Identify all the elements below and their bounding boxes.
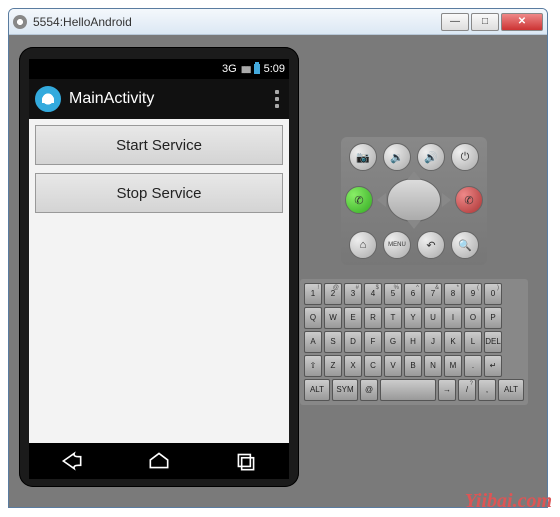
volume-up-button[interactable]: 🔊 <box>417 143 445 171</box>
window-titlebar[interactable]: 5554:HelloAndroid — □ ✕ <box>9 9 547 35</box>
key-/[interactable]: /? <box>458 379 476 401</box>
key-A[interactable]: A <box>304 331 322 353</box>
key-6[interactable]: 6^ <box>404 283 422 305</box>
activity-content: Start Service Stop Service <box>29 119 289 443</box>
action-bar: MainActivity <box>29 79 289 119</box>
key-↵[interactable]: ↵ <box>484 355 502 377</box>
emulator-body: 3G ▮▮▮ 5:09 MainActivity Start Service S… <box>9 35 547 507</box>
clock: 5:09 <box>264 63 285 75</box>
key-E[interactable]: E <box>344 307 362 329</box>
hw-back-button[interactable]: ↶ <box>417 231 445 259</box>
android-navbar <box>29 443 289 479</box>
battery-icon <box>254 64 260 74</box>
key-S[interactable]: S <box>324 331 342 353</box>
call-button[interactable]: ✆ <box>345 186 373 214</box>
key-Z[interactable]: Z <box>324 355 342 377</box>
key-D[interactable]: D <box>344 331 362 353</box>
app-logo-icon <box>35 86 61 112</box>
device-frame: 3G ▮▮▮ 5:09 MainActivity Start Service S… <box>19 47 299 487</box>
minimize-button[interactable]: — <box>441 13 469 31</box>
window-title: 5554:HelloAndroid <box>33 15 132 29</box>
key-V[interactable]: V <box>384 355 402 377</box>
key-,[interactable]: , <box>478 379 496 401</box>
key-W[interactable]: W <box>324 307 342 329</box>
key-P[interactable]: P <box>484 307 502 329</box>
hw-home-button[interactable]: ⌂ <box>349 231 377 259</box>
network-label: 3G <box>222 63 237 75</box>
dpad-up[interactable] <box>407 171 421 180</box>
signal-icon: ▮▮▮ <box>241 64 250 75</box>
emulator-side-panel: 📷 🔉 🔊 ⏻ ✆ ✆ ⌂ <box>299 47 529 507</box>
recent-icon[interactable] <box>233 448 259 474</box>
android-statusbar: 3G ▮▮▮ 5:09 <box>29 59 289 79</box>
key-J[interactable]: J <box>424 331 442 353</box>
key-F[interactable]: F <box>364 331 382 353</box>
key-X[interactable]: X <box>344 355 362 377</box>
stop-service-button[interactable]: Stop Service <box>35 173 283 213</box>
key-L[interactable]: L <box>464 331 482 353</box>
back-icon[interactable] <box>59 448 85 474</box>
maximize-button[interactable]: □ <box>471 13 499 31</box>
key-ALT[interactable]: ALT <box>304 379 330 401</box>
key-.[interactable]: . <box>464 355 482 377</box>
key-7[interactable]: 7& <box>424 283 442 305</box>
device-screen: 3G ▮▮▮ 5:09 MainActivity Start Service S… <box>29 59 289 479</box>
hardware-controls: 📷 🔉 🔊 ⏻ ✆ ✆ ⌂ <box>341 137 487 265</box>
close-button[interactable]: ✕ <box>501 13 543 31</box>
key-SYM[interactable]: SYM <box>332 379 358 401</box>
key-1[interactable]: 1! <box>304 283 322 305</box>
key-U[interactable]: U <box>424 307 442 329</box>
dpad-down[interactable] <box>407 220 421 229</box>
key-4[interactable]: 4$ <box>364 283 382 305</box>
key-2[interactable]: 2@ <box>324 283 342 305</box>
key-ALT[interactable]: ALT <box>498 379 524 401</box>
dpad <box>379 175 449 225</box>
hardware-keyboard: 1!2@3#4$5%6^7&8*9(0) QWERTYUIOP ASDFGHJK… <box>300 279 528 405</box>
app-icon <box>13 15 27 29</box>
dpad-right[interactable] <box>442 193 451 207</box>
start-service-button[interactable]: Start Service <box>35 125 283 165</box>
overflow-menu-icon[interactable] <box>275 90 283 108</box>
key-9[interactable]: 9( <box>464 283 482 305</box>
activity-title: MainActivity <box>69 90 154 108</box>
key-I[interactable]: I <box>444 307 462 329</box>
volume-down-button[interactable]: 🔉 <box>383 143 411 171</box>
dpad-left[interactable] <box>377 193 386 207</box>
key-DEL[interactable]: DEL <box>484 331 502 353</box>
key-B[interactable]: B <box>404 355 422 377</box>
key-Q[interactable]: Q <box>304 307 322 329</box>
emulator-window: 5554:HelloAndroid — □ ✕ 3G ▮▮▮ 5:09 Main… <box>8 8 548 508</box>
dpad-center[interactable] <box>387 178 441 222</box>
key-@[interactable]: @ <box>360 379 378 401</box>
key-Y[interactable]: Y <box>404 307 422 329</box>
hw-search-button[interactable]: 🔍 <box>451 231 479 259</box>
key-H[interactable]: H <box>404 331 422 353</box>
home-icon[interactable] <box>146 448 172 474</box>
key-→[interactable]: → <box>438 379 456 401</box>
key-0[interactable]: 0) <box>484 283 502 305</box>
hw-menu-button[interactable]: MENU <box>383 231 411 259</box>
camera-button[interactable]: 📷 <box>349 143 377 171</box>
key-O[interactable]: O <box>464 307 482 329</box>
key-G[interactable]: G <box>384 331 402 353</box>
key-T[interactable]: T <box>384 307 402 329</box>
key-3[interactable]: 3# <box>344 283 362 305</box>
key-space[interactable] <box>380 379 436 401</box>
key-N[interactable]: N <box>424 355 442 377</box>
key-K[interactable]: K <box>444 331 462 353</box>
key-5[interactable]: 5% <box>384 283 402 305</box>
key-M[interactable]: M <box>444 355 462 377</box>
key-R[interactable]: R <box>364 307 382 329</box>
key-C[interactable]: C <box>364 355 382 377</box>
power-button[interactable]: ⏻ <box>451 143 479 171</box>
key-8[interactable]: 8* <box>444 283 462 305</box>
watermark: Yiibai.com <box>465 490 552 513</box>
end-call-button[interactable]: ✆ <box>455 186 483 214</box>
key-⇧[interactable]: ⇧ <box>304 355 322 377</box>
